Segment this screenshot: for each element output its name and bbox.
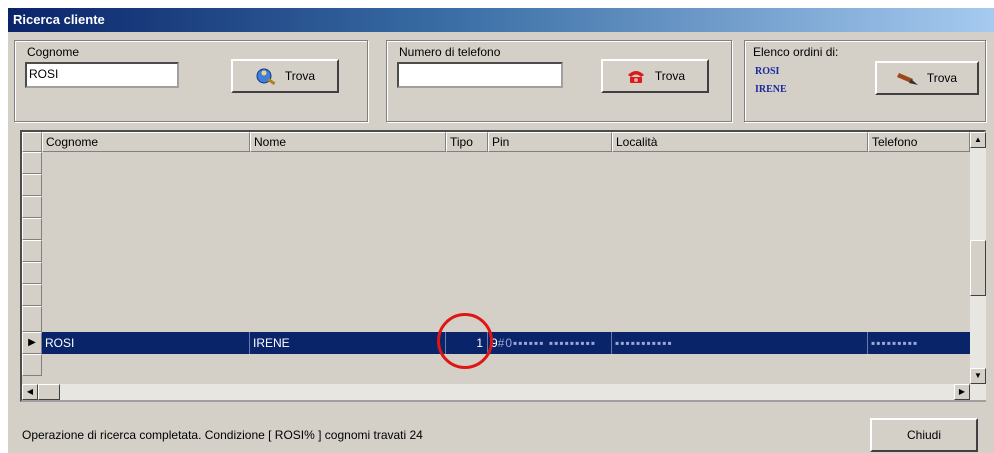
column-header-nome[interactable]: Nome bbox=[250, 132, 446, 152]
orders-group: Elenco ordini di: ROSI IRENE Trova bbox=[744, 40, 986, 122]
customer-grid: Cognome Nome Tipo Pin Località Telefono … bbox=[20, 130, 986, 402]
surname-input[interactable]: ROSI bbox=[25, 62, 179, 88]
row-selector[interactable] bbox=[22, 152, 42, 174]
close-button[interactable]: Chiudi bbox=[870, 418, 978, 452]
column-header-tipo[interactable]: Tipo bbox=[446, 132, 488, 152]
search-client-window: Ricerca cliente Cognome ROSI Trova Numer… bbox=[8, 8, 994, 453]
scroll-down-icon[interactable]: ▼ bbox=[970, 368, 986, 384]
table-row-selected[interactable]: ROSI IRENE 1 9#0▪▪▪▪▪▪ ▪▪▪▪▪▪▪▪▪ ▪▪▪▪▪▪▪… bbox=[42, 332, 972, 354]
cell-telefono-masked: ▪▪▪▪▪▪▪▪▪ bbox=[871, 336, 919, 350]
orders-name: IRENE bbox=[755, 84, 787, 95]
surname-find-label: Trova bbox=[284, 69, 316, 83]
cell-nome: IRENE bbox=[250, 332, 446, 354]
vertical-scroll-thumb[interactable] bbox=[970, 240, 986, 296]
vertical-scrollbar[interactable]: ▲ ▼ bbox=[970, 132, 986, 384]
row-selector[interactable] bbox=[22, 218, 42, 240]
scroll-left-icon[interactable]: ◀ bbox=[22, 384, 38, 400]
orders-label: Elenco ordini di: bbox=[753, 45, 839, 59]
pen-icon bbox=[896, 73, 918, 85]
surname-find-button[interactable]: Trova bbox=[231, 59, 339, 93]
cell-telefono: ▪▪▪▪▪▪▪▪▪ bbox=[868, 332, 972, 354]
column-header-localita[interactable]: Località bbox=[612, 132, 868, 152]
phone-input[interactable] bbox=[397, 62, 563, 88]
phone-find-button[interactable]: Trova bbox=[601, 59, 709, 93]
close-button-label: Chiudi bbox=[906, 428, 942, 442]
cell-localita-masked: #0▪▪▪▪▪▪ ▪▪▪▪▪▪▪▪▪ bbox=[497, 336, 597, 350]
row-selector[interactable] bbox=[22, 262, 42, 284]
phone-find-label: Trova bbox=[654, 69, 686, 83]
orders-find-button[interactable]: Trova bbox=[875, 61, 979, 95]
telephone-icon bbox=[627, 71, 644, 83]
annotation-circle bbox=[437, 313, 493, 369]
surname-search-group: Cognome ROSI Trova bbox=[14, 40, 368, 122]
scroll-right-icon[interactable]: ▶ bbox=[954, 384, 970, 400]
column-header-cognome[interactable]: Cognome bbox=[42, 132, 250, 152]
title-bar: Ricerca cliente bbox=[8, 8, 994, 32]
row-selector[interactable] bbox=[22, 240, 42, 262]
cell-cognome: ROSI bbox=[42, 332, 250, 354]
orders-surname: ROSI bbox=[755, 66, 780, 77]
scroll-up-icon[interactable]: ▲ bbox=[970, 132, 986, 148]
cell-localita: ▪▪▪▪▪▪▪▪▪▪▪ bbox=[612, 332, 868, 354]
row-selector[interactable] bbox=[22, 174, 42, 196]
column-header-pin[interactable]: Pin bbox=[488, 132, 612, 152]
surname-label: Cognome bbox=[27, 45, 80, 59]
column-header-telefono[interactable]: Telefono bbox=[868, 132, 970, 152]
horizontal-scrollbar[interactable]: ◀ ▶ bbox=[22, 384, 986, 400]
window-title: Ricerca cliente bbox=[13, 12, 105, 27]
orders-find-label: Trova bbox=[926, 71, 958, 85]
phone-search-group: Numero di telefono Trova bbox=[386, 40, 732, 122]
horizontal-scroll-thumb[interactable] bbox=[38, 384, 60, 400]
phone-label: Numero di telefono bbox=[399, 45, 501, 59]
cell-pin: 9#0▪▪▪▪▪▪ ▪▪▪▪▪▪▪▪▪ bbox=[488, 332, 612, 354]
grid-corner bbox=[22, 132, 42, 152]
row-selector[interactable] bbox=[22, 196, 42, 218]
row-selector[interactable] bbox=[22, 306, 42, 332]
row-selector[interactable] bbox=[22, 354, 42, 376]
status-text: Operazione di ricerca completata. Condiz… bbox=[22, 428, 423, 442]
current-row-pointer-icon[interactable]: ▶ bbox=[22, 332, 42, 354]
person-search-icon bbox=[256, 68, 276, 85]
row-selector[interactable] bbox=[22, 284, 42, 306]
